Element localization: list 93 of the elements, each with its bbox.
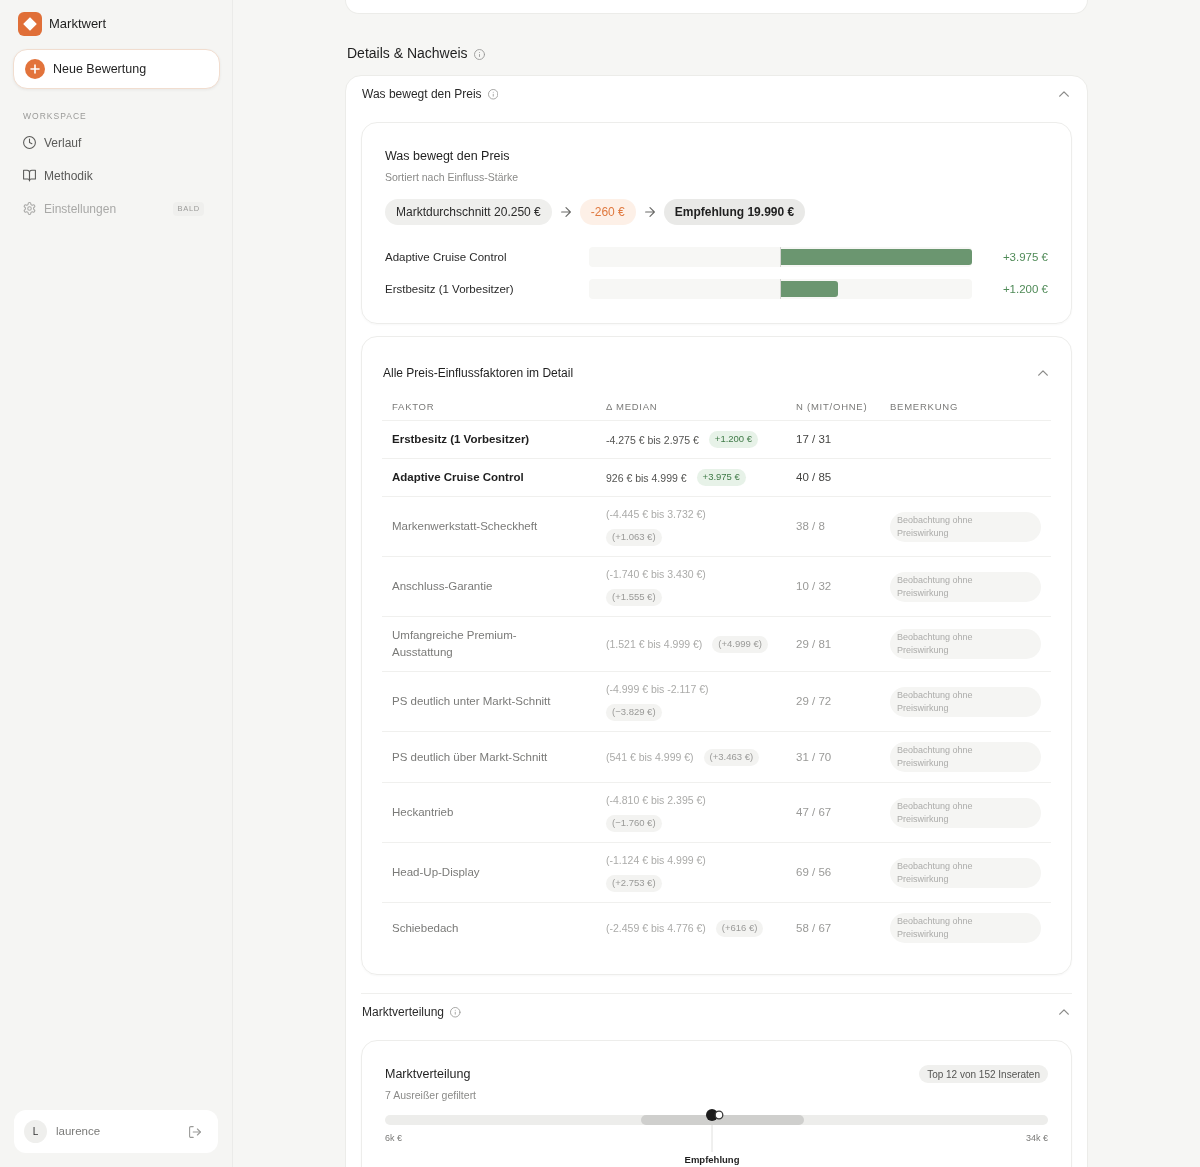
median-range: (-4.999 € bis -2.117 €)	[606, 682, 709, 696]
section-label: WORKSPACE	[23, 110, 87, 122]
card-subtitle: Sortiert nach Einfluss-Stärke	[385, 170, 519, 184]
factor-name: Schiebedach	[392, 920, 459, 936]
factor-name: Adaptive Cruise Control	[392, 470, 524, 485]
nav-item[interactable]: Methodik	[13, 160, 101, 191]
median-tag: +3.975 €	[696, 469, 746, 486]
section-title: Marktverteilung	[362, 1004, 445, 1021]
median-range: (-1.124 € bis 4.999 €)	[606, 853, 706, 867]
clock-icon	[23, 136, 36, 149]
median-tag: (+4.999 €)	[712, 635, 768, 653]
median-range: (1.521 € bis 4.999 €)	[606, 637, 703, 651]
user-name: laurence	[56, 1123, 101, 1139]
impact-value: +3.975 €	[1002, 250, 1048, 265]
sample-count: 29 / 72	[796, 694, 832, 709]
listing-count-tag: Top 12 von 152 Inseraten	[919, 1065, 1048, 1083]
nav-item[interactable]: Verlauf	[13, 127, 90, 158]
info-icon[interactable]	[450, 1007, 461, 1018]
factor-name: PS deutlich unter Markt-Schnitt	[392, 694, 551, 709]
median-tag: +1.200 €	[708, 431, 759, 448]
median-tag: (+3.463 €)	[703, 748, 760, 766]
marker-label: Empfehlung	[684, 1154, 740, 1165]
scale-label: 6k €	[385, 1133, 402, 1143]
sample-count: 38 / 8	[796, 519, 825, 534]
plus-icon	[25, 59, 45, 79]
column-header: BEMERKUNG	[890, 399, 959, 414]
sample-count: 58 / 67	[796, 920, 832, 936]
factor-name: PS deutlich über Markt-Schnitt	[392, 749, 548, 765]
scale-label: 34k €	[1025, 1133, 1048, 1143]
median-tag: (+2.753 €)	[606, 875, 662, 892]
remark-tag: Beobachtung ohne Preiswirkung	[890, 629, 1041, 659]
market-average-chip: Marktdurchschnitt 20.250 €	[385, 199, 552, 225]
sample-count: 40 / 85	[796, 470, 832, 485]
column-header: Δ MEDIAN	[606, 399, 658, 414]
user-avatar: L	[24, 1120, 47, 1143]
median-range: -4.275 € bis 2.975 €	[606, 432, 699, 447]
driver-label: Adaptive Cruise Control	[385, 250, 507, 265]
median-range: 926 € bis 4.999 €	[606, 470, 687, 485]
card-subtitle: 7 Ausreißer gefiltert	[385, 1088, 477, 1102]
factor-name: Umfangreiche Premium-Ausstattung	[392, 628, 518, 660]
median-tag: (+1.063 €)	[606, 529, 662, 546]
arrow-right-icon	[644, 207, 655, 217]
median-tag: (+1.555 €)	[606, 589, 662, 606]
recommendation-chip: Empfehlung 19.990 €	[663, 199, 806, 225]
gear-icon	[23, 202, 36, 215]
new-valuation-button[interactable]: Neue Bewertung	[13, 49, 220, 89]
sample-count: 29 / 81	[796, 636, 832, 652]
median-range: (-4.445 € bis 3.732 €)	[606, 507, 706, 521]
brand-name: Marktwert	[49, 15, 107, 33]
sample-count: 10 / 32	[796, 579, 832, 594]
card-title: Was bewegt den Preis	[385, 148, 510, 165]
ring-marker	[714, 1110, 724, 1120]
info-icon[interactable]	[487, 89, 499, 100]
remark-tag: Beobachtung ohne Preiswirkung	[890, 797, 1041, 828]
remark-tag: Beobachtung ohne Preiswirkung	[890, 742, 1041, 772]
column-header: FAKTOR	[392, 399, 435, 414]
factor-name: Heckantrieb	[392, 805, 454, 820]
factor-name: Markenwerkstatt-Scheckheft	[392, 519, 538, 534]
column-header: N (MIT/OHNE)	[796, 399, 868, 414]
median-tag: (−1.760 €)	[606, 815, 662, 832]
sample-count: 47 / 67	[796, 805, 832, 820]
price-change-chip: -260 €	[579, 199, 636, 225]
chevron-up-icon[interactable]	[1038, 370, 1048, 376]
chevron-up-icon[interactable]	[1059, 1009, 1069, 1015]
factor-name: Head-Up-Display	[392, 865, 480, 880]
sample-count: 17 / 31	[796, 432, 832, 447]
remark-tag: Beobachtung ohne Preiswirkung	[890, 857, 1041, 888]
factor-name: Erstbesitz (1 Vorbesitzer)	[392, 432, 530, 447]
section-heading: Details & Nachweis	[347, 44, 468, 63]
logo-icon	[18, 12, 42, 36]
sample-count: 31 / 70	[796, 749, 832, 765]
info-icon[interactable]	[473, 48, 485, 60]
sample-count: 69 / 56	[796, 865, 832, 880]
median-range: (-4.810 € bis 2.395 €)	[606, 793, 706, 807]
card-title: Alle Preis-Einflussfaktoren im Detail	[383, 365, 574, 382]
book-icon	[23, 169, 36, 182]
remark-tag: Beobachtung ohne Preiswirkung	[890, 686, 1041, 717]
driver-label: Erstbesitz (1 Vorbesitzer)	[385, 282, 514, 297]
arrow-right-icon	[560, 207, 571, 217]
chevron-up-icon[interactable]	[1059, 91, 1069, 97]
logout-icon[interactable]	[189, 1125, 201, 1138]
remark-tag: Beobachtung ohne Preiswirkung	[890, 913, 1041, 943]
section-title: Was bewegt den Preis	[362, 86, 482, 103]
median-range: (-1.740 € bis 3.430 €)	[606, 567, 706, 581]
median-tag: (+616 €)	[715, 919, 764, 937]
impact-value: +1.200 €	[1002, 282, 1048, 297]
factor-name: Anschluss-Garantie	[392, 579, 493, 594]
median-range: (541 € bis 4.999 €)	[606, 750, 694, 764]
median-tag: (−3.829 €)	[606, 704, 662, 721]
remark-tag: Beobachtung ohne Preiswirkung	[890, 511, 1041, 542]
card-title: Marktverteilung	[385, 1066, 471, 1083]
remark-tag: Beobachtung ohne Preiswirkung	[890, 571, 1041, 602]
median-range: (-2.459 € bis 4.776 €)	[606, 921, 706, 935]
